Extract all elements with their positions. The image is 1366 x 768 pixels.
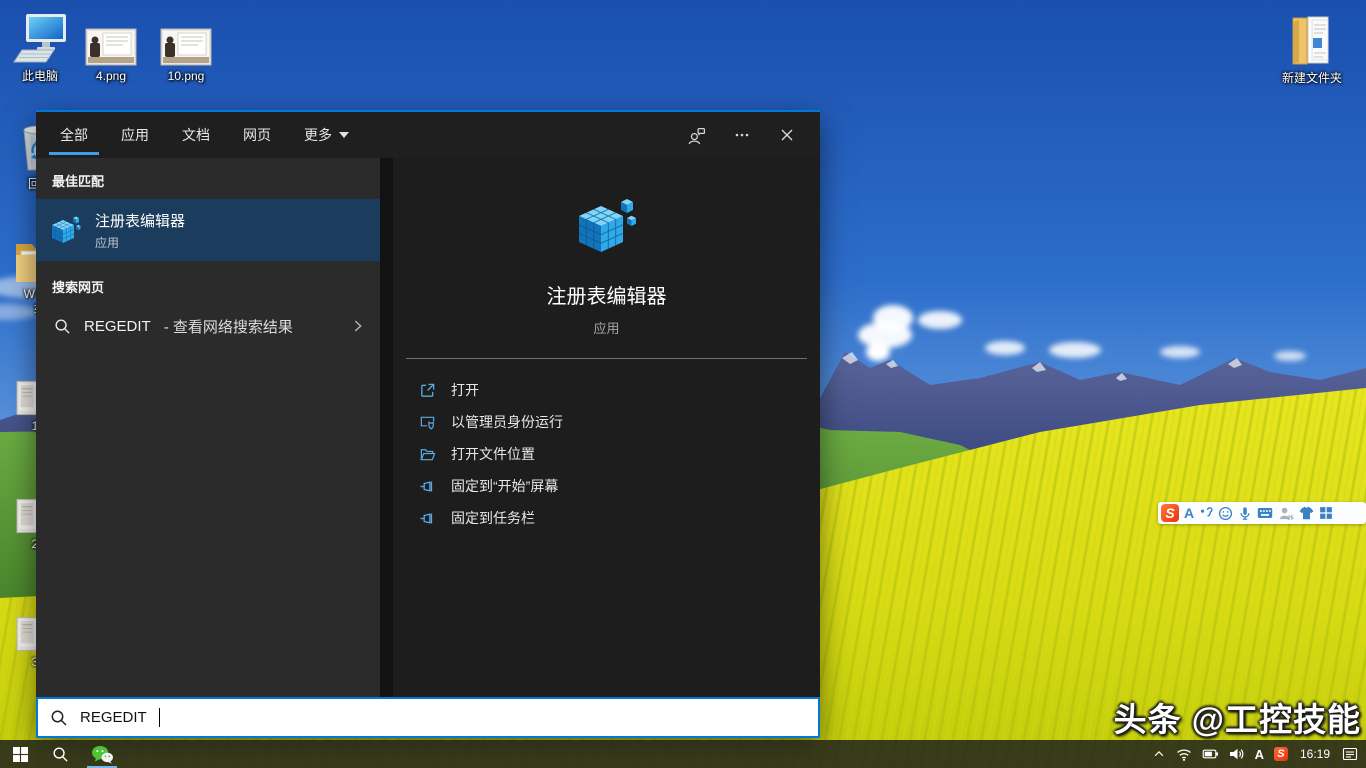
image-thumbnail-icon xyxy=(85,28,137,66)
show-hidden-icons-chevron[interactable] xyxy=(1152,747,1166,761)
action-run-as-admin[interactable]: 以管理员身份运行 xyxy=(393,406,820,438)
pin-icon xyxy=(419,478,436,495)
search-results-column: 最佳匹配 注册表编辑器 应用 搜索网页 REGEDIT - 查看网络搜索结果 xyxy=(36,158,380,697)
search-input-value: REGEDIT xyxy=(80,709,147,726)
new-folder-icon xyxy=(1285,12,1339,68)
search-input[interactable]: REGEDIT xyxy=(36,697,820,738)
sogou-ime-toolbar: S A 25 xyxy=(1158,502,1366,524)
sogou-tray-icon[interactable]: S xyxy=(1274,747,1288,761)
svg-text:25: 25 xyxy=(1288,515,1294,520)
search-icon xyxy=(52,746,69,763)
detail-title: 注册表编辑器 xyxy=(547,280,667,309)
action-pin-to-start[interactable]: 固定到“开始”屏幕 xyxy=(393,470,820,502)
image-thumbnail-icon xyxy=(160,28,212,66)
desktop-icon-10png[interactable]: 10.png xyxy=(150,28,222,85)
web-query-suffix: - 查看网络搜索结果 xyxy=(164,316,293,337)
desktop-icon-label: 此电脑 xyxy=(22,69,58,85)
search-icon xyxy=(54,318,71,335)
feedback-icon[interactable] xyxy=(687,126,706,145)
sogou-logo-icon[interactable]: S xyxy=(1161,504,1179,522)
taskbar: A S 16:19 xyxy=(0,740,1366,768)
text-caret xyxy=(159,708,160,727)
watermark: 头条 @工控技能 xyxy=(1114,693,1361,741)
ime-punctuation-icon[interactable] xyxy=(1199,506,1213,520)
web-search-header: 搜索网页 xyxy=(36,261,380,305)
action-open-file-location[interactable]: 打开文件位置 xyxy=(393,438,820,470)
tab-all[interactable]: 全部 xyxy=(60,112,88,158)
clock[interactable]: 16:19 xyxy=(1300,747,1330,761)
tab-documents[interactable]: 文档 xyxy=(182,112,210,158)
volume-icon[interactable] xyxy=(1229,746,1245,762)
ime-toolbox-icon[interactable] xyxy=(1319,506,1333,520)
desktop-icon-4png[interactable]: 4.png xyxy=(75,28,147,85)
ime-voice-icon[interactable] xyxy=(1238,506,1252,521)
action-open[interactable]: 打开 xyxy=(393,374,820,406)
ime-account-icon[interactable]: 25 xyxy=(1278,506,1294,521)
chevron-down-icon xyxy=(339,132,349,138)
web-query: REGEDIT xyxy=(84,318,151,335)
desktop: 此电脑 4.png 10.png xyxy=(0,0,1366,768)
search-icon xyxy=(50,709,68,727)
ime-skin-icon[interactable] xyxy=(1299,506,1314,520)
desktop-icon-new-folder[interactable]: 新建文件夹 xyxy=(1276,12,1348,87)
desktop-icon-label: 10.png xyxy=(168,69,205,85)
web-search-result[interactable]: REGEDIT - 查看网络搜索结果 xyxy=(36,305,380,347)
windows-logo-icon xyxy=(13,747,28,762)
close-icon[interactable] xyxy=(778,126,796,144)
result-subtitle: 应用 xyxy=(95,234,185,251)
this-pc-icon xyxy=(12,12,68,66)
ime-emoji-icon[interactable] xyxy=(1218,506,1233,521)
tab-more[interactable]: 更多 xyxy=(304,112,349,158)
pin-icon xyxy=(419,510,436,527)
detail-divider xyxy=(406,358,807,359)
input-method-indicator[interactable]: A xyxy=(1255,747,1264,762)
folder-location-icon xyxy=(419,446,436,463)
shield-admin-icon xyxy=(419,414,436,431)
registry-editor-icon-large xyxy=(575,194,639,258)
taskbar-search-button[interactable] xyxy=(40,740,80,768)
result-detail-pane: 注册表编辑器 应用 打开 以管理员身份运行 打开文件位置 xyxy=(393,158,820,697)
options-ellipsis-icon[interactable] xyxy=(733,126,751,144)
wifi-icon[interactable] xyxy=(1176,746,1192,762)
tab-apps[interactable]: 应用 xyxy=(121,112,149,158)
action-list: 打开 以管理员身份运行 打开文件位置 固定到“开始”屏幕 xyxy=(393,374,820,534)
registry-editor-icon xyxy=(50,214,82,246)
taskbar-wechat-button[interactable] xyxy=(80,740,124,768)
search-flyout-panel: 全部 应用 文档 网页 更多 最佳匹配 注册表编辑器 应用 xyxy=(36,110,820,738)
ime-english-mode-icon[interactable]: A xyxy=(1184,505,1194,521)
desktop-icon-this-pc[interactable]: 此电脑 xyxy=(4,12,76,85)
open-icon xyxy=(419,382,436,399)
wechat-icon xyxy=(91,745,114,764)
system-tray: A S 16:19 xyxy=(1152,740,1366,768)
action-center-icon[interactable] xyxy=(1342,746,1358,762)
desktop-icon-label: 新建文件夹 xyxy=(1282,71,1342,87)
chevron-right-icon xyxy=(350,318,366,334)
detail-subtitle: 应用 xyxy=(593,318,619,337)
action-pin-to-taskbar[interactable]: 固定到任务栏 xyxy=(393,502,820,534)
best-match-header: 最佳匹配 xyxy=(36,158,380,199)
best-match-result-registry-editor[interactable]: 注册表编辑器 应用 xyxy=(36,199,380,261)
column-divider xyxy=(380,158,393,697)
ime-keyboard-icon[interactable] xyxy=(1257,506,1273,520)
search-tabs-bar: 全部 应用 文档 网页 更多 xyxy=(36,112,820,158)
desktop-icon-label: 4.png xyxy=(96,69,126,85)
start-button[interactable] xyxy=(0,740,40,768)
tab-web[interactable]: 网页 xyxy=(243,112,271,158)
result-title: 注册表编辑器 xyxy=(95,210,185,231)
battery-icon[interactable] xyxy=(1202,746,1219,762)
